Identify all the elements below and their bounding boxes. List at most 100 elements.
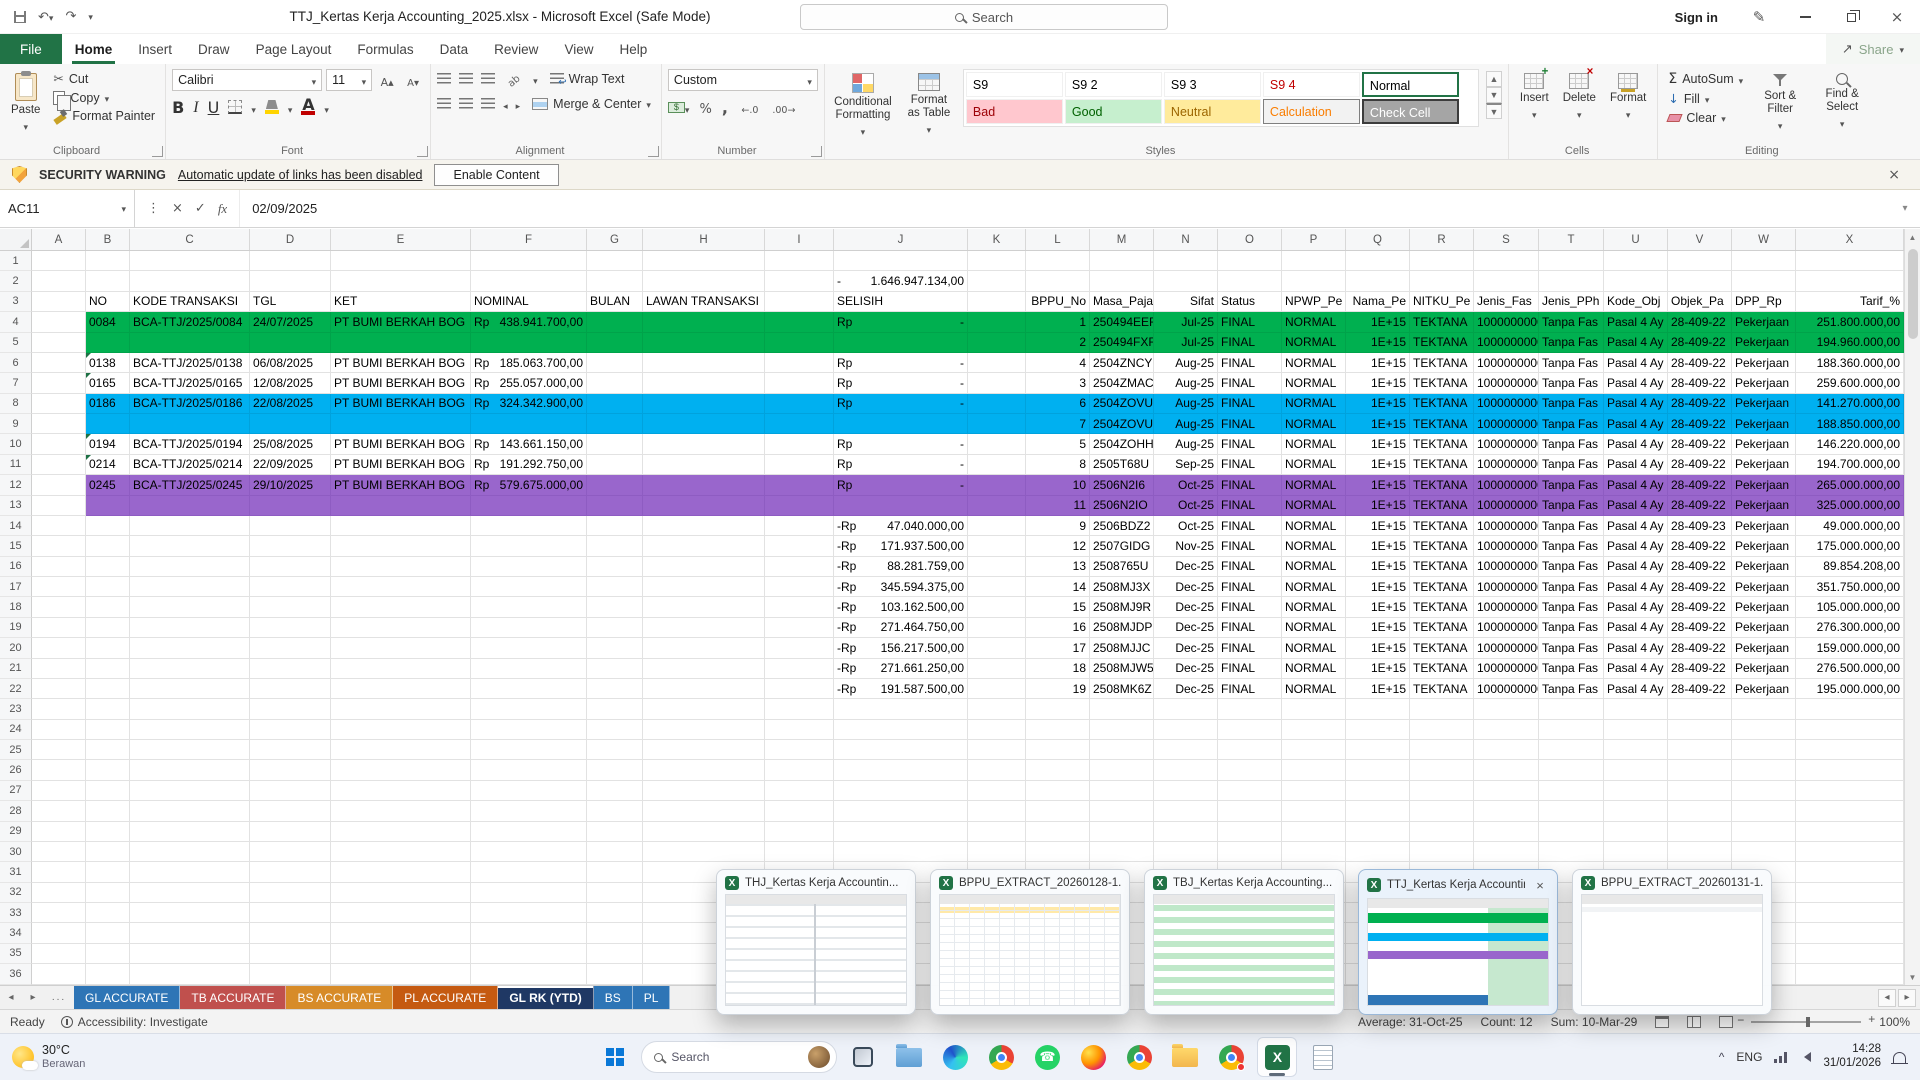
style-chip-check-cell[interactable]: Check Cell: [1362, 99, 1459, 124]
cell-N23[interactable]: [1154, 699, 1218, 719]
cell-K9[interactable]: [968, 414, 1026, 434]
cell-J20[interactable]: -Rp156.217.500,00: [834, 638, 968, 658]
language-indicator[interactable]: ENG: [1736, 1050, 1762, 1064]
cell-E25[interactable]: [331, 740, 471, 760]
cell-T7[interactable]: Tanpa Fas: [1539, 373, 1604, 393]
cell-V29[interactable]: [1668, 822, 1732, 842]
cell-A9[interactable]: [32, 414, 86, 434]
cell-D12[interactable]: 29/10/2025: [250, 475, 331, 495]
col-header-D[interactable]: D: [250, 229, 331, 250]
cell-B10[interactable]: 0194: [86, 434, 130, 454]
cell-L11[interactable]: 8: [1026, 455, 1090, 475]
cell-C5[interactable]: [130, 333, 250, 353]
cell-P2[interactable]: [1282, 271, 1346, 291]
gallery-more-button[interactable]: ▼: [1486, 103, 1502, 119]
cell-S19[interactable]: 1000000000: [1474, 618, 1539, 638]
cell-E8[interactable]: PT BUMI BERKAH BOG: [331, 394, 471, 414]
cell-L24[interactable]: [1026, 720, 1090, 740]
tab-view[interactable]: View: [551, 34, 606, 64]
row-header-17[interactable]: 17: [0, 577, 32, 597]
cell-I24[interactable]: [765, 720, 834, 740]
cell-O12[interactable]: FINAL: [1218, 475, 1282, 495]
cell-V17[interactable]: 28-409-22: [1668, 577, 1732, 597]
col-header-K[interactable]: K: [968, 229, 1026, 250]
thumbnail-4[interactable]: TTJ_Kertas Kerja Accounting...: [1358, 869, 1558, 1015]
cell-X15[interactable]: 175.000.000,00: [1796, 536, 1904, 556]
cell-H18[interactable]: [643, 597, 765, 617]
cell-D2[interactable]: [250, 271, 331, 291]
cell-R25[interactable]: [1410, 740, 1474, 760]
cell-I20[interactable]: [765, 638, 834, 658]
cell-W5[interactable]: Pekerjaan: [1732, 333, 1796, 353]
cell-T30[interactable]: [1539, 842, 1604, 862]
cell-X35[interactable]: [1796, 944, 1904, 964]
cell-L12[interactable]: 10: [1026, 475, 1090, 495]
tab-page-layout[interactable]: Page Layout: [243, 34, 345, 64]
cell-N26[interactable]: [1154, 760, 1218, 780]
thumbnail-2[interactable]: BPPU_EXTRACT_20260128-1...: [930, 869, 1130, 1015]
cell-F15[interactable]: [471, 536, 587, 556]
cell-T19[interactable]: Tanpa Fas: [1539, 618, 1604, 638]
cell-H11[interactable]: [643, 455, 765, 475]
cell-N12[interactable]: Oct-25: [1154, 475, 1218, 495]
cell-W19[interactable]: Pekerjaan: [1732, 618, 1796, 638]
cell-F34[interactable]: [471, 923, 587, 943]
cell-L18[interactable]: 15: [1026, 597, 1090, 617]
cell-F30[interactable]: [471, 842, 587, 862]
cell-L17[interactable]: 14: [1026, 577, 1090, 597]
row-header-35[interactable]: 35: [0, 944, 32, 964]
fill-color-button[interactable]: [265, 100, 279, 114]
cell-P14[interactable]: NORMAL: [1282, 516, 1346, 536]
cell-K30[interactable]: [968, 842, 1026, 862]
cell-P7[interactable]: NORMAL: [1282, 373, 1346, 393]
cell-J5[interactable]: [834, 333, 968, 353]
cell-D14[interactable]: [250, 516, 331, 536]
cell-F28[interactable]: [471, 801, 587, 821]
cell-G29[interactable]: [587, 822, 643, 842]
col-header-P[interactable]: P: [1282, 229, 1346, 250]
cell-R27[interactable]: [1410, 781, 1474, 801]
zoom-slider-thumb[interactable]: [1806, 1017, 1810, 1027]
taskbar-icon-chrome[interactable]: [981, 1037, 1021, 1077]
cell-P27[interactable]: [1282, 781, 1346, 801]
select-all-corner[interactable]: [0, 229, 32, 250]
style-chip-s9-4[interactable]: S9 4: [1263, 72, 1360, 97]
cell-U7[interactable]: Pasal 4 Ay: [1604, 373, 1668, 393]
weather-widget[interactable]: 30°C Berawan: [0, 1043, 97, 1070]
cell-I26[interactable]: [765, 760, 834, 780]
cell-G27[interactable]: [587, 781, 643, 801]
cell-G7[interactable]: [587, 373, 643, 393]
cell-B29[interactable]: [86, 822, 130, 842]
cell-A23[interactable]: [32, 699, 86, 719]
cell-X21[interactable]: 276.500.000,00: [1796, 659, 1904, 679]
cell-L8[interactable]: 6: [1026, 394, 1090, 414]
cell-U16[interactable]: Pasal 4 Ay: [1604, 557, 1668, 577]
cell-J4[interactable]: Rp-: [834, 312, 968, 332]
cell-E2[interactable]: [331, 271, 471, 291]
cell-J17[interactable]: -Rp345.594.375,00: [834, 577, 968, 597]
cell-Q25[interactable]: [1346, 740, 1410, 760]
cell-M18[interactable]: 2508MJ9R: [1090, 597, 1154, 617]
cell-B35[interactable]: [86, 944, 130, 964]
cell-Q9[interactable]: 1E+15: [1346, 414, 1410, 434]
cell-U8[interactable]: Pasal 4 Ay: [1604, 394, 1668, 414]
cell-R29[interactable]: [1410, 822, 1474, 842]
cell-P28[interactable]: [1282, 801, 1346, 821]
cell-L9[interactable]: 7: [1026, 414, 1090, 434]
cell-I10[interactable]: [765, 434, 834, 454]
cell-C19[interactable]: [130, 618, 250, 638]
cell-S1[interactable]: [1474, 251, 1539, 271]
security-bar-close-button[interactable]: [1880, 167, 1908, 183]
cell-T5[interactable]: Tanpa Fas: [1539, 333, 1604, 353]
cell-S29[interactable]: [1474, 822, 1539, 842]
taskbar-icon-excel[interactable]: [1257, 1037, 1297, 1077]
cell-M1[interactable]: [1090, 251, 1154, 271]
cell-C1[interactable]: [130, 251, 250, 271]
cell-F18[interactable]: [471, 597, 587, 617]
cell-D29[interactable]: [250, 822, 331, 842]
cell-A31[interactable]: [32, 862, 86, 882]
cell-X32[interactable]: [1796, 883, 1904, 903]
cell-H7[interactable]: [643, 373, 765, 393]
cell-O27[interactable]: [1218, 781, 1282, 801]
cell-X11[interactable]: 194.700.000,00: [1796, 455, 1904, 475]
